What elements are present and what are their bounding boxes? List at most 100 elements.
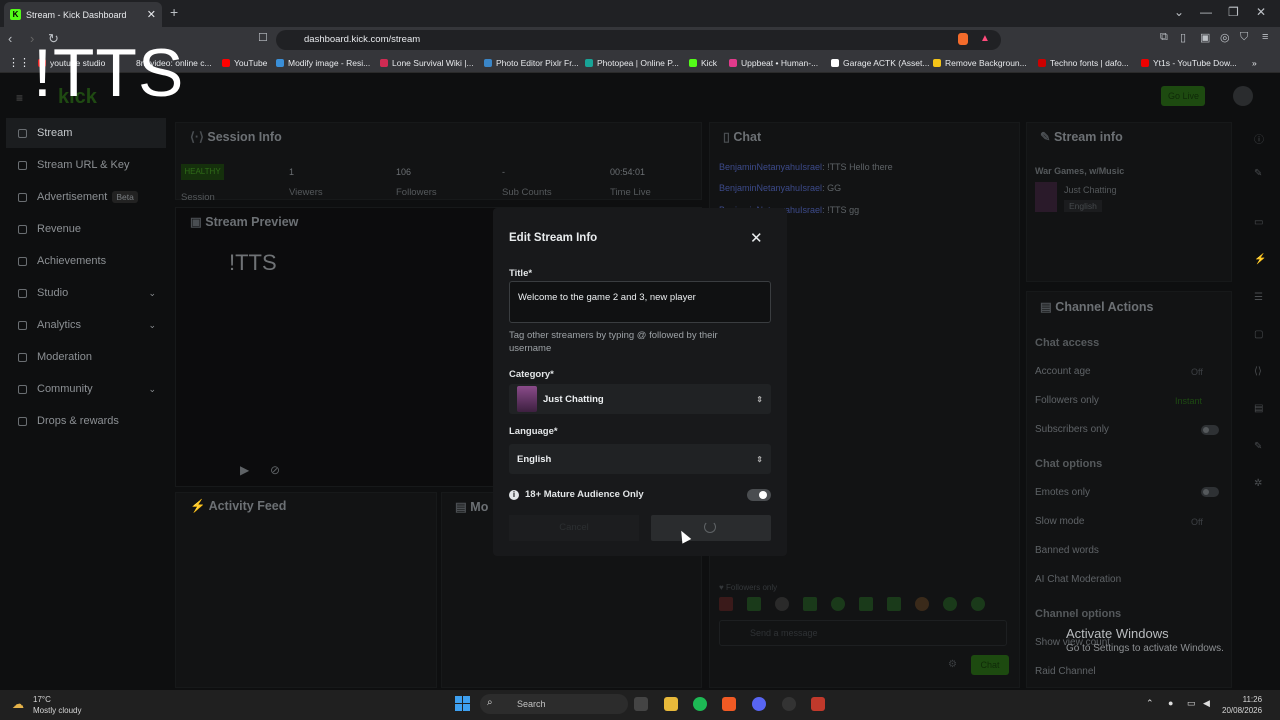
close-tab-icon[interactable]: ✕ [147,8,156,21]
sidebar-item-stream-url-key[interactable]: Stream URL & Key [6,150,166,180]
sidebar-item-advertisement[interactable]: Advertisement Beta [6,182,166,212]
emotes-only-toggle[interactable] [1201,487,1219,497]
bookmark-dafont[interactable]: Techno fonts | dafo... [1038,58,1129,68]
sidebar-item-analytics[interactable]: Analytics ⌄ [6,310,166,340]
account-age-label[interactable]: Account age [1035,366,1091,377]
shield-icon[interactable]: ⛉ [1240,31,1248,44]
emote-icon[interactable] [831,597,845,611]
chat-bubble-icon[interactable]: ▢ [1254,329,1263,340]
mature-toggle[interactable] [747,489,771,501]
sidebar-item-community[interactable]: Community ⌄ [6,374,166,404]
mute-icon[interactable]: ⊘ [270,463,280,477]
microphone-icon[interactable]: ● [1168,698,1173,708]
list-icon[interactable]: ☰ [1254,292,1263,303]
code-icon[interactable]: ⟨⟩ [1254,366,1262,377]
sidebar-item-studio[interactable]: Studio ⌄ [6,278,166,308]
tab-search-icon[interactable]: ⌄ [1174,5,1184,19]
puzzle-icon[interactable]: ✲ [1254,478,1262,489]
sidebar-item-revenue[interactable]: Revenue [6,214,166,244]
chat-settings-icon[interactable]: ⚙ [948,659,957,670]
category-select[interactable]: Just Chatting ⇕ [509,384,771,414]
emote-icon[interactable] [747,597,761,611]
ai-moderation-label[interactable]: AI Chat Moderation [1035,574,1121,585]
rewards-icon[interactable]: ▲ [980,33,990,44]
browser-tab[interactable]: K Stream - Kick Dashboard ✕ [4,2,162,27]
emote-icon[interactable] [775,597,789,611]
bookmark-remove-bg[interactable]: Remove Backgroun... [933,58,1027,68]
network-icon[interactable]: ▭ [1187,698,1196,709]
chat-input[interactable]: Send a message [719,620,1007,646]
bookmark-kick[interactable]: Kick [689,58,717,68]
emote-icon[interactable] [887,597,901,611]
hamburger-icon[interactable]: ≡ [16,91,23,105]
subscribers-only-toggle[interactable] [1201,425,1219,435]
panel-icon[interactable]: ▭ [1254,217,1263,228]
chat-send-button[interactable]: Chat [971,655,1009,675]
emote-icon[interactable] [971,597,985,611]
wallet-icon[interactable]: ▣ [1200,31,1210,44]
banned-words-label[interactable]: Banned words [1035,545,1099,556]
weather-icon[interactable]: ☁ [12,697,24,711]
chat-username[interactable]: BenjaminNetanyahuIsrael [719,183,822,193]
sidebar-item-moderation[interactable]: Moderation [6,342,166,372]
sidebar-item-achievements[interactable]: Achievements [6,246,166,276]
clock[interactable]: 11:26 20/08/2026 [1222,694,1262,716]
emote-icon[interactable] [859,597,873,611]
raid-channel-label[interactable]: Raid Channel [1035,666,1096,677]
bookmark-photopea[interactable]: Photopea | Online P... [585,58,679,68]
discord-icon[interactable] [752,697,766,711]
more-bookmarks-icon[interactable]: » [1252,58,1257,68]
new-tab-icon[interactable]: + [170,4,178,20]
spotify-icon[interactable] [693,697,707,711]
emote-icon[interactable] [915,597,929,611]
minimize-icon[interactable]: — [1200,5,1212,19]
sidebar-item-drops[interactable]: Drops & rewards [6,406,166,436]
title-input[interactable]: Welcome to the game 2 and 3, new player [509,281,771,323]
avatar[interactable] [1233,86,1253,106]
wrench-icon[interactable]: ✎ [1254,441,1262,452]
extensions-icon[interactable]: ⧉ [1160,31,1168,44]
emote-icon[interactable] [719,597,733,611]
brave-shield-icon[interactable] [958,33,968,45]
obs-icon[interactable] [782,697,796,711]
bookmark-youtube[interactable]: YouTube [222,58,267,68]
chat-username[interactable]: BenjaminNetanyahuIsrael [719,162,822,172]
address-bar[interactable]: dashboard.kick.com/stream [276,30,1001,50]
bookmark-yt1s[interactable]: Yt1s - YouTube Dow... [1141,58,1237,68]
bookmark-pixlr[interactable]: Photo Editor Pixlr Fr... [484,58,579,68]
play-icon[interactable]: ▶ [240,463,249,477]
followers-only-label[interactable]: Followers only [1035,395,1099,406]
volume-icon[interactable]: ◀ [1203,698,1210,709]
vpn-icon[interactable]: ◎ [1220,31,1230,44]
info-icon[interactable]: ⓘ [1254,131,1264,146]
bookmark-lone-survival[interactable]: Lone Survival Wiki |... [380,58,474,68]
bookmark-icon[interactable]: ☐ [258,31,268,44]
close-window-icon[interactable]: ✕ [1256,5,1266,19]
maximize-icon[interactable]: ❐ [1228,5,1239,19]
task-view-icon[interactable] [634,697,648,711]
slow-mode-label[interactable]: Slow mode [1035,516,1084,527]
emote-icon[interactable] [803,597,817,611]
cancel-button[interactable]: Cancel [509,515,639,541]
app-icon[interactable] [811,697,825,711]
back-icon[interactable]: ‹ [8,31,12,46]
tray-chevron-icon[interactable]: ⌃ [1146,698,1154,709]
brave-icon[interactable] [722,697,736,711]
close-icon[interactable]: ✕ [750,229,763,247]
sidebar-item-stream[interactable]: Stream [6,118,166,148]
emote-icon[interactable] [943,597,957,611]
weather-widget[interactable]: 17°C Mostly cloudy [33,694,81,716]
layers-icon[interactable]: ▤ [1254,403,1263,414]
go-live-button[interactable]: Go Live [1161,86,1205,106]
bookmark-uppbeat[interactable]: Uppbeat • Human-... [729,58,818,68]
start-icon[interactable] [455,696,470,711]
language-select[interactable]: English ⇕ [509,444,771,474]
bookmark-modify-image[interactable]: Modify image - Resi... [276,58,370,68]
taskbar-search[interactable]: Search [480,694,628,714]
bookmark-garage[interactable]: Garage ACTK (Asset... [831,58,929,68]
file-explorer-icon[interactable] [664,697,678,711]
sidebar-icon[interactable]: ▯ [1180,31,1186,44]
apps-icon[interactable]: ⋮⋮ [8,56,30,69]
bolt-icon[interactable]: ⚡ [1254,254,1266,265]
menu-icon[interactable]: ≡ [1262,31,1268,43]
